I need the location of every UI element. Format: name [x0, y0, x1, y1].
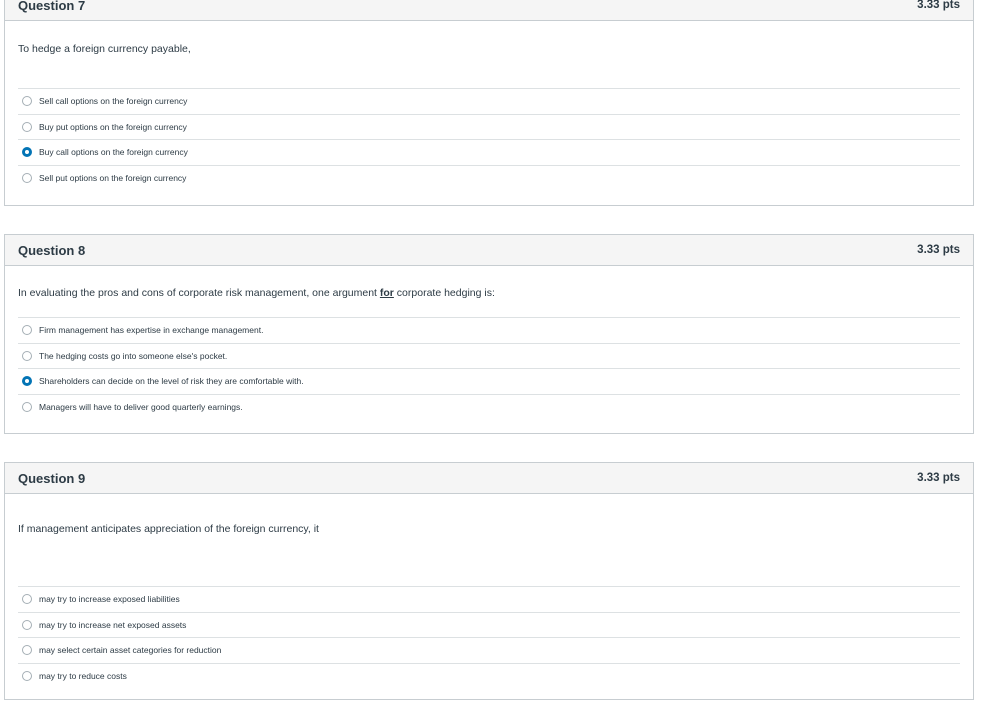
answer-label: The hedging costs go into someone else's… [39, 350, 228, 361]
radio-button[interactable] [22, 172, 32, 183]
radio-button[interactable] [22, 96, 32, 107]
question-header: Question 7 3.33 pts [5, 0, 973, 21]
question-prompt: In evaluating the pros and cons of corpo… [18, 287, 495, 299]
answer-list: may try to increase exposed liabilities … [18, 586, 960, 688]
answer-label: may select certain asset categories for … [39, 645, 222, 656]
answer-label: may try to increase net exposed assets [39, 619, 187, 630]
answer-label: Managers will have to deliver good quart… [39, 401, 243, 412]
radio-button[interactable] [22, 670, 32, 681]
answer-option[interactable]: may try to increase net exposed assets [18, 611, 960, 638]
answer-list: Firm management has expertise in exchang… [18, 317, 960, 419]
question-title: Question 8 [18, 242, 86, 258]
question-8: Question 8 3.33 pts In evaluating the pr… [4, 234, 974, 434]
answer-label: Buy put options on the foreign currency [39, 121, 187, 132]
radio-button-selected[interactable] [22, 147, 32, 158]
answer-list: Sell call options on the foreign currenc… [18, 88, 960, 190]
question-header: Question 9 3.33 pts [5, 463, 973, 494]
prompt-text: In evaluating the pros and cons of corpo… [18, 287, 380, 299]
question-points: 3.33 pts [917, 244, 960, 256]
answer-option[interactable]: Managers will have to deliver good quart… [18, 393, 960, 420]
answer-option[interactable]: Sell call options on the foreign currenc… [18, 88, 960, 114]
answer-option[interactable]: Shareholders can decide on the level of … [18, 368, 960, 394]
prompt-text: corporate hedging is: [393, 287, 495, 299]
question-prompt: To hedge a foreign currency payable, [18, 43, 191, 55]
question-header: Question 8 3.33 pts [5, 235, 973, 266]
answer-option[interactable]: may select certain asset categories for … [18, 637, 960, 663]
answer-label: Sell put options on the foreign currency [39, 172, 187, 183]
question-title: Question 9 [18, 470, 86, 486]
answer-label: may try to increase exposed liabilities [39, 594, 180, 605]
radio-button[interactable] [22, 594, 32, 605]
answer-option[interactable]: may try to reduce costs [18, 662, 960, 689]
question-7: Question 7 3.33 pts To hedge a foreign c… [4, 0, 974, 206]
answer-option[interactable]: Buy call options on the foreign currency [18, 139, 960, 165]
radio-button-selected[interactable] [22, 376, 32, 387]
question-title: Question 7 [18, 0, 86, 13]
answer-label: Firm management has expertise in exchang… [39, 325, 264, 336]
radio-button[interactable] [22, 325, 32, 336]
answer-option[interactable]: Firm management has expertise in exchang… [18, 317, 960, 343]
answer-label: may try to reduce costs [39, 670, 127, 681]
answer-option[interactable]: Buy put options on the foreign currency [18, 113, 960, 140]
question-9: Question 9 3.33 pts If management antici… [4, 462, 974, 700]
prompt-emphasis: for [379, 287, 394, 299]
answer-label: Shareholders can decide on the level of … [39, 376, 304, 387]
answer-option[interactable]: may try to increase exposed liabilities [18, 586, 960, 612]
radio-button[interactable] [22, 121, 32, 132]
answer-label: Sell call options on the foreign currenc… [39, 96, 188, 107]
question-points: 3.33 pts [917, 0, 960, 11]
radio-button[interactable] [22, 401, 32, 412]
radio-button[interactable] [22, 350, 32, 361]
answer-label: Buy call options on the foreign currency [39, 147, 188, 158]
answer-option[interactable]: Sell put options on the foreign currency [18, 164, 960, 191]
question-points: 3.33 pts [917, 472, 960, 484]
radio-button[interactable] [22, 645, 32, 656]
answer-option[interactable]: The hedging costs go into someone else's… [18, 342, 960, 369]
question-prompt: If management anticipates appreciation o… [18, 523, 319, 535]
radio-button[interactable] [22, 619, 32, 630]
